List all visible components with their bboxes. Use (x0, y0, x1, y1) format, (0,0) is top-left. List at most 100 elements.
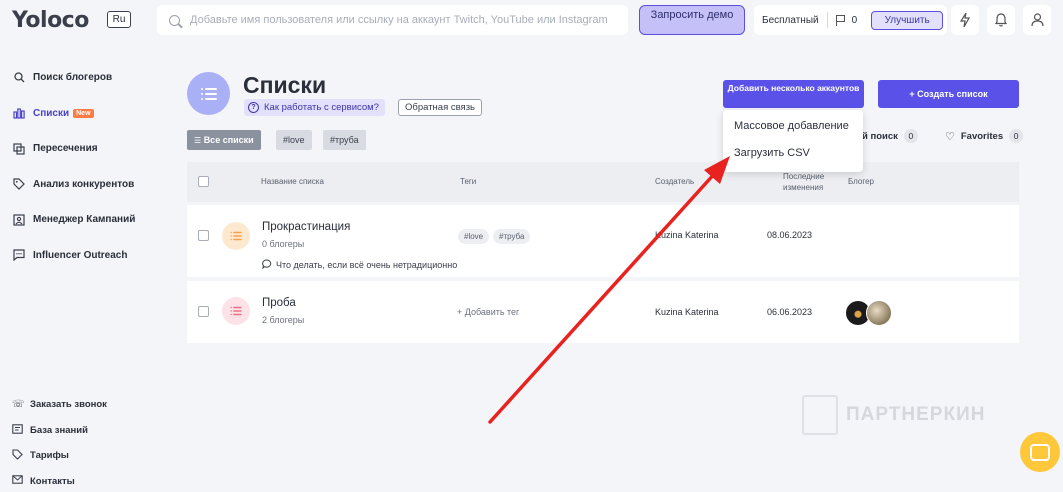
list-note: Что делать, если всё очень нетрадиционно (262, 259, 457, 271)
creator: Kuzina Katerina (655, 230, 719, 240)
note-text: Что делать, если всё очень нетрадиционно (276, 260, 458, 270)
table-row[interactable]: Проба 2 блогеры + Добавить тег Kuzina Ka… (187, 281, 1019, 343)
search-icon (12, 71, 26, 85)
sidebar-item-label: Influencer Outreach (33, 249, 128, 261)
new-badge: New (73, 108, 94, 118)
filter-tag-truba[interactable]: #труба (323, 130, 366, 150)
sidebar-item-pricing[interactable]: Тарифы (0, 443, 150, 469)
list-title[interactable]: Проба (262, 297, 296, 309)
sidebar-item-label: Контакты (30, 475, 75, 487)
list-icon (200, 87, 217, 100)
top-bar: Yoloco Ru Запросить демо Бесплатный 0 Ул… (0, 0, 1063, 40)
heart-icon: ♡ (945, 130, 955, 143)
plan-box: Бесплатный 0 Улучшить (754, 5, 947, 35)
list-title[interactable]: Прокрастинация (262, 221, 350, 233)
chart-icon (12, 106, 26, 120)
search-bar[interactable] (157, 5, 628, 35)
table-row[interactable]: Прокрастинация 0 блогеры Что делать, есл… (187, 205, 1019, 277)
list-small-icon: ☰ (194, 136, 202, 145)
request-demo-button[interactable]: Запросить демо (639, 5, 745, 35)
tag-icon (12, 177, 26, 191)
column-header[interactable]: Блогер (848, 177, 874, 186)
filter-search-label: й поиск (862, 130, 898, 142)
filter-tag-love[interactable]: #love (276, 130, 312, 150)
feedback-button[interactable]: Обратная связь (398, 99, 482, 116)
sidebar-item-intersections[interactable]: Пересечения (0, 131, 150, 167)
watermark-logo-icon (802, 395, 838, 435)
sidebar-bottom: ☏ Заказать звонок База знаний Тарифы Кон… (0, 392, 150, 492)
row-checkbox[interactable] (198, 230, 209, 241)
watermark-text: ПАРТНЕРКИН (846, 404, 986, 425)
creator: Kuzina Katerina (655, 307, 719, 317)
sidebar-item-search[interactable]: Поиск блогеров (0, 60, 150, 96)
sidebar-item-label: Менеджер Кампаний (33, 214, 136, 226)
sidebar-item-call[interactable]: ☏ Заказать звонок (0, 392, 150, 418)
column-header[interactable]: Теги (460, 177, 476, 186)
filter-all-lists[interactable]: ☰ Все списки (187, 130, 261, 150)
count-badge: 0 (1009, 129, 1024, 143)
list-icon (222, 222, 250, 250)
sidebar-item-label: Тарифы (30, 450, 69, 462)
book-icon (12, 424, 24, 437)
filter-label: Все списки (203, 135, 254, 145)
last-modified: 06.06.2023 (767, 307, 813, 317)
plan-label: Бесплатный (762, 14, 819, 26)
profile-icon[interactable] (1023, 5, 1051, 35)
filter-favorites[interactable]: ♡ Favorites 0 (945, 129, 1024, 143)
avatar[interactable] (866, 300, 892, 326)
sidebar-item-label: Заказать звонок (30, 399, 107, 411)
comment-icon (262, 259, 272, 271)
user-box-icon (12, 213, 26, 227)
lightning-icon[interactable] (951, 5, 979, 35)
add-many-accounts-button[interactable]: Добавить несколько аккаунтов (723, 80, 864, 108)
table-header: Название списка Теги Создатель Последние… (187, 162, 1019, 202)
favorites-label: Favorites (960, 130, 1004, 142)
phone-icon: ☏ (12, 399, 25, 411)
howto-link[interactable]: ? Как работать с сервисом? (244, 99, 385, 116)
count-badge: 0 (903, 129, 918, 143)
price-tag-icon (12, 449, 24, 463)
support-chat-button[interactable] (1020, 432, 1060, 472)
column-header[interactable]: Последние изменения (783, 171, 833, 193)
sidebar-item-label: Пересечения (33, 143, 98, 155)
copy-icon (12, 142, 26, 156)
column-header[interactable]: Название списка (261, 177, 324, 186)
upgrade-button[interactable]: Улучшить (871, 10, 944, 30)
blogger-count: 2 блогеры (262, 315, 305, 325)
search-input[interactable] (190, 14, 615, 26)
sidebar-item-competitors[interactable]: Анализ конкурентов (0, 167, 150, 203)
page-title: Списки (243, 72, 327, 98)
select-all-checkbox[interactable] (198, 176, 209, 187)
bulk-add-item[interactable]: Массовое добавление (723, 116, 863, 143)
search-icon (169, 14, 180, 26)
filter-search[interactable]: й поиск 0 (862, 129, 918, 143)
language-switch[interactable]: Ru (107, 11, 131, 28)
sidebar-item-knowledge[interactable]: База знаний (0, 418, 150, 444)
create-list-button[interactable]: + Создать список (878, 80, 1019, 108)
upload-csv-item[interactable]: Загрузить CSV (723, 143, 863, 170)
add-tag-button[interactable]: + Добавить тег (457, 307, 519, 317)
watermark: ПАРТНЕРКИН (802, 395, 985, 435)
lists-icon (187, 72, 230, 115)
blogger-count: 0 блогеры (262, 239, 305, 249)
column-header[interactable]: Создатель (655, 177, 694, 186)
sidebar-item-label: База знаний (30, 424, 88, 436)
sidebar-item-label: Поиск блогеров (33, 72, 113, 84)
sidebar-item-label: Списки (33, 107, 70, 119)
flag-count: 0 (851, 14, 858, 26)
app-logo[interactable]: Yoloco (12, 8, 89, 33)
bell-icon[interactable] (987, 5, 1015, 35)
mail-icon (12, 475, 24, 487)
list-icon (222, 297, 250, 325)
tag[interactable]: #love (458, 229, 490, 244)
row-checkbox[interactable] (198, 306, 209, 317)
sidebar-item-contacts[interactable]: Контакты (0, 469, 150, 492)
sidebar-item-lists[interactable]: Списки New (0, 96, 150, 132)
sidebar-item-campaign-manager[interactable]: Менеджер Кампаний (0, 202, 150, 238)
tag[interactable]: #труба (493, 229, 531, 244)
sidebar-item-outreach[interactable]: Influencer Outreach (0, 238, 150, 274)
sidebar: Поиск блогеров Списки New Пересечения Ан… (0, 60, 150, 273)
chat-icon (12, 248, 26, 262)
divider (826, 12, 828, 28)
chat-icon (1030, 443, 1050, 461)
